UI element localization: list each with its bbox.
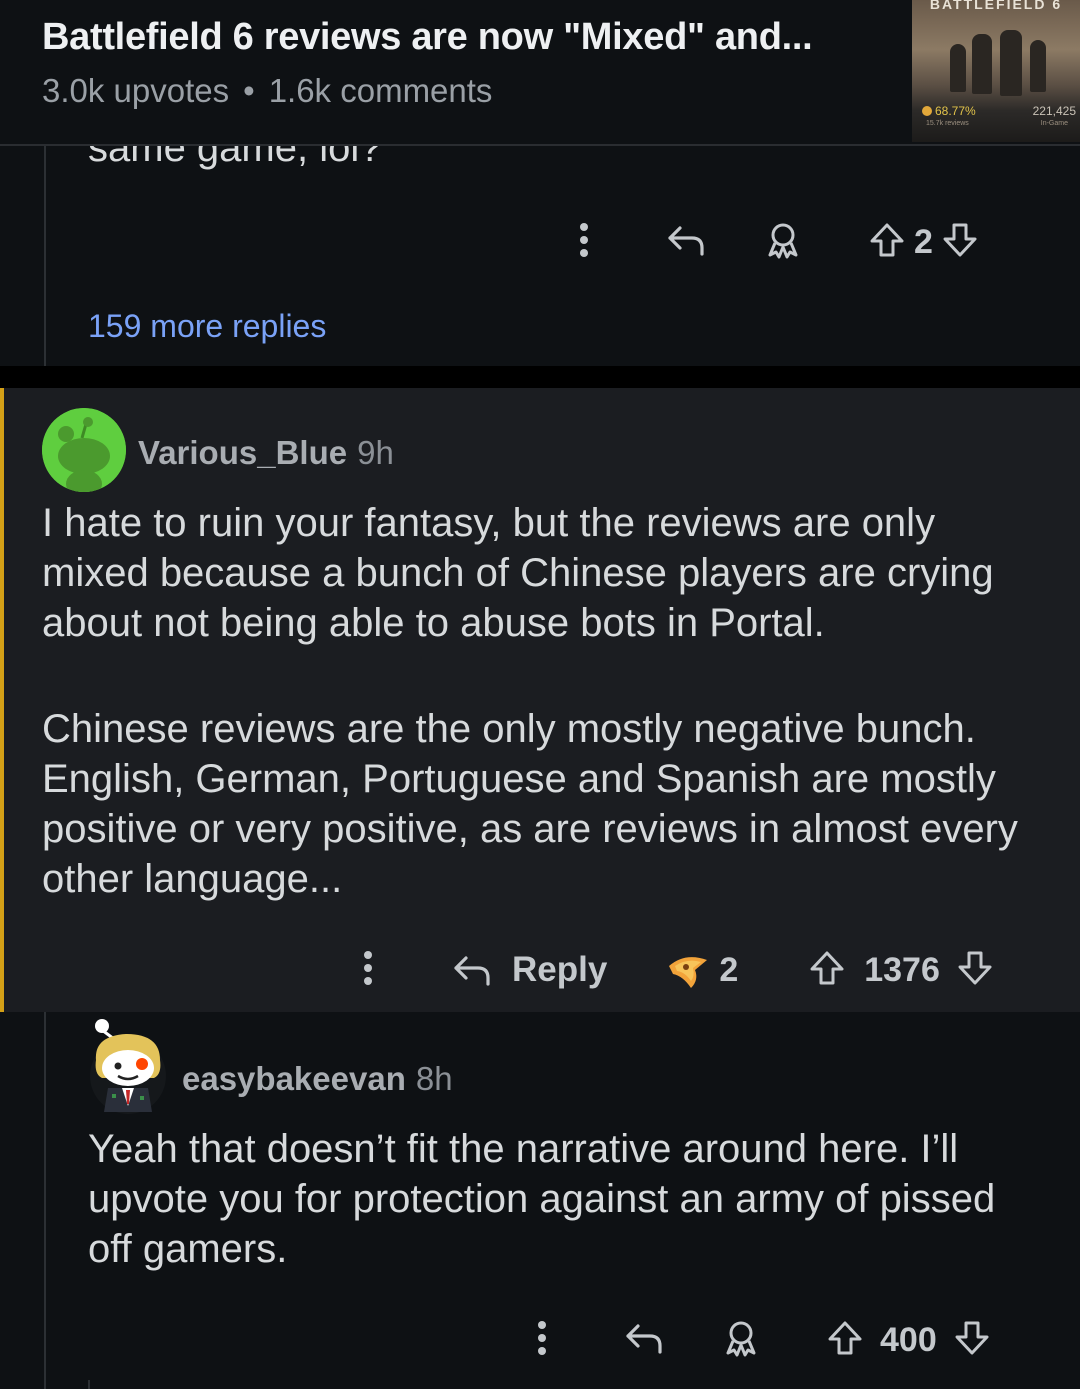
more-replies-link[interactable]: 159 more replies (88, 308, 326, 345)
vote-count: 1376 (864, 950, 940, 989)
more-options-icon[interactable] (566, 222, 602, 263)
avatar[interactable] (42, 408, 126, 492)
reply-icon (454, 956, 490, 986)
thumbnail-game-title: BATTLEFIELD 6 (929, 0, 1063, 12)
comment-paragraph: I hate to ruin your fantasy, but the rev… (42, 501, 994, 645)
gold-award-icon (669, 957, 708, 988)
comment-actions: 2 (566, 214, 979, 270)
comment-count: 1.6k comments (268, 72, 493, 109)
upvote-icon[interactable] (808, 949, 846, 992)
vote-count: 400 (880, 1320, 937, 1359)
comment-time: 8h (415, 1060, 453, 1097)
reply-icon[interactable] (624, 1320, 664, 1361)
avatar[interactable] (88, 1016, 168, 1114)
thumbnail-soldier (972, 34, 992, 94)
snoo-avatar-icon (42, 408, 126, 492)
reply-button[interactable]: Reply (452, 950, 607, 990)
downvote-icon[interactable] (941, 221, 979, 264)
comment-author[interactable]: easybakeevan 8h (182, 1060, 453, 1098)
thumbnail-soldier (950, 44, 966, 92)
highlight-bar (0, 388, 4, 1012)
award-count: 2 (719, 950, 739, 989)
more-options-icon[interactable] (350, 950, 386, 991)
comment-paragraph: Chinese reviews are the only mostly nega… (42, 707, 1018, 901)
thumbnail-soldier (1030, 40, 1046, 92)
post-thumbnail[interactable]: BATTLEFIELD 6 68.77% 15.7k reviews 221,4… (912, 0, 1080, 142)
separator-dot: • (243, 72, 255, 109)
award-button[interactable]: 2 (665, 950, 738, 990)
reply-label: Reply (512, 950, 608, 989)
snoo-avatar-icon (90, 1019, 166, 1114)
thread-line (44, 144, 46, 366)
post-title[interactable]: Battlefield 6 reviews are now "Mixed" an… (42, 16, 813, 59)
comment-body: I hate to ruin your fantasy, but the rev… (42, 498, 1052, 904)
thumbnail-player-count: 221,425 (1032, 104, 1076, 118)
thumbnail-score: 68.77% (922, 104, 976, 118)
username[interactable]: easybakeevan (182, 1060, 406, 1097)
upvote-count: 3.0k upvotes (42, 72, 230, 109)
thread-line (44, 1012, 46, 1389)
comment-body: Yeah that doesn’t fit the narrative arou… (88, 1124, 1048, 1274)
comment-time: 9h (357, 434, 394, 471)
comment-author[interactable]: Various_Blue 9h (138, 434, 394, 472)
score-ring-icon (922, 106, 932, 116)
upvote-icon[interactable] (826, 1319, 864, 1362)
reply-icon[interactable] (666, 222, 706, 263)
thumbnail-soldier (1000, 30, 1022, 96)
post-stats: 3.0k upvotes • 1.6k comments (42, 72, 492, 110)
more-options-icon[interactable] (524, 1320, 560, 1361)
thread-line (88, 1380, 90, 1389)
thumbnail-player-count-sub: In-Game (1040, 120, 1068, 127)
award-icon[interactable] (764, 221, 802, 264)
thumbnail-score-sub: 15.7k reviews (926, 120, 969, 127)
vote-count: 2 (914, 222, 933, 261)
username[interactable]: Various_Blue (138, 434, 347, 471)
post-header[interactable]: Battlefield 6 reviews are now "Mixed" an… (0, 0, 1080, 146)
downvote-icon[interactable] (956, 949, 994, 992)
upvote-icon[interactable] (868, 221, 906, 264)
downvote-icon[interactable] (953, 1319, 991, 1362)
comment-actions: Reply 2 1376 (350, 942, 994, 998)
award-icon[interactable] (722, 1319, 760, 1362)
comment-actions: 400 (524, 1312, 991, 1368)
comment-paragraph: Yeah that doesn’t fit the narrative arou… (88, 1127, 996, 1271)
section-divider (0, 366, 1080, 388)
